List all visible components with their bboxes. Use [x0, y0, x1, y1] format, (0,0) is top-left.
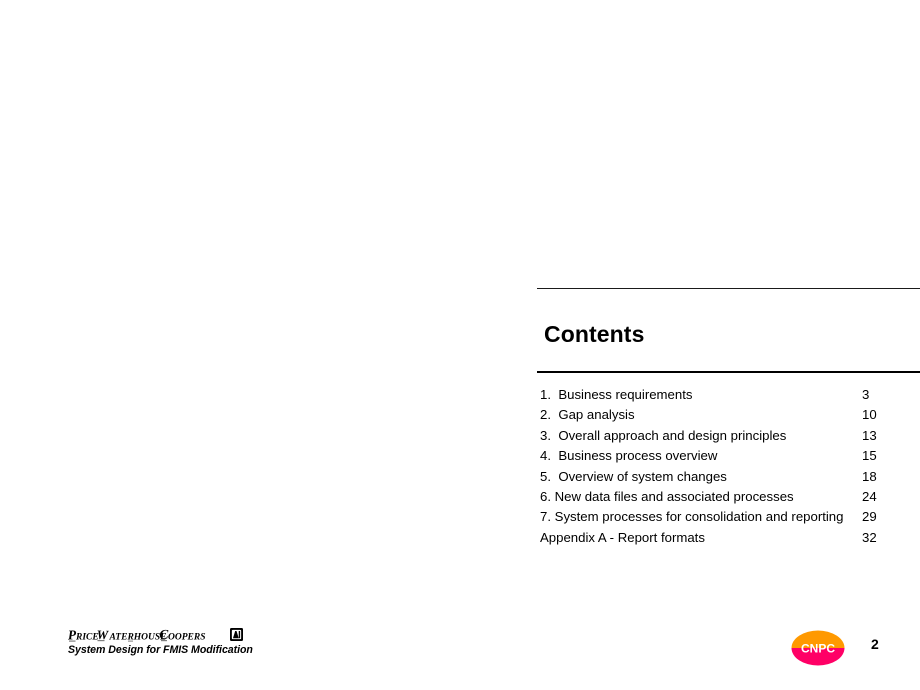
list-item[interactable]: 5. Overview of system changes 18	[537, 467, 920, 487]
page-title: Contents	[544, 321, 645, 347]
cnpc-oval-logo-icon: CNPC	[791, 630, 845, 666]
table-of-contents-list: 1. Business requirements 3 2. Gap analys…	[537, 385, 920, 548]
cnpc-logo: CNPC	[791, 630, 845, 666]
list-item[interactable]: 3. Overall approach and design principle…	[537, 426, 920, 446]
toc-item-label: 4. Business process overview	[540, 448, 718, 464]
svg-text:W: W	[96, 627, 109, 642]
toc-item-label: 1. Business requirements	[540, 387, 693, 402]
cnpc-logo-text: CNPC	[801, 642, 835, 656]
list-item[interactable]: Appendix A - Report formats 32	[537, 528, 920, 548]
list-item[interactable]: 7. System processes for consolidation an…	[537, 507, 920, 527]
toc-item-page: 29	[862, 509, 877, 525]
toc-item-label: 5. Overview of system changes	[540, 468, 727, 484]
list-item[interactable]: 2. Gap analysis 10	[537, 405, 920, 425]
list-item[interactable]: 6. New data files and associated process…	[537, 487, 920, 507]
page-number: 2	[871, 636, 879, 652]
svg-text:ATERHOUSE: ATERHOUSE	[109, 633, 167, 643]
toc-item-page: 24	[862, 488, 877, 504]
toc-item-page: 15	[862, 448, 877, 464]
contents-title-area: Contents	[537, 289, 920, 371]
toc-item-page: 32	[862, 529, 877, 545]
pwc-registered-mark-icon	[230, 628, 243, 641]
toc-item-page: 13	[862, 427, 877, 443]
toc-item-label: 7. System processes for consolidation an…	[540, 509, 844, 525]
pricewaterhousecoopers-wordmark-icon: P RICE W ATERHOUSE C OOPERS	[68, 627, 205, 643]
toc-item-label: 6. New data files and associated process…	[540, 488, 794, 504]
toc-item-page: 18	[862, 468, 877, 484]
toc-item-page: 10	[862, 407, 877, 423]
toc-item-label: 3. Overall approach and design principle…	[540, 427, 787, 443]
svg-text:OOPERS: OOPERS	[168, 633, 205, 643]
contents-block: Contents 1. Business requirements 3 2. G…	[537, 288, 920, 548]
pwc-logo: P RICE W ATERHOUSE C OOPERS System Desig…	[68, 626, 268, 666]
pwc-tagline: System Design for FMIS Modification	[68, 644, 253, 656]
list-item[interactable]: 4. Business process overview 15	[537, 446, 920, 466]
toc-item-page: 3	[862, 387, 870, 402]
slide-canvas: Contents 1. Business requirements 3 2. G…	[0, 0, 920, 690]
svg-text:RICE: RICE	[75, 633, 99, 643]
list-item[interactable]: 1. Business requirements 3	[537, 385, 920, 405]
toc-item-label: 2. Gap analysis	[540, 407, 635, 423]
contents-bottom-divider	[537, 371, 920, 373]
toc-item-label: Appendix A - Report formats	[540, 529, 705, 545]
